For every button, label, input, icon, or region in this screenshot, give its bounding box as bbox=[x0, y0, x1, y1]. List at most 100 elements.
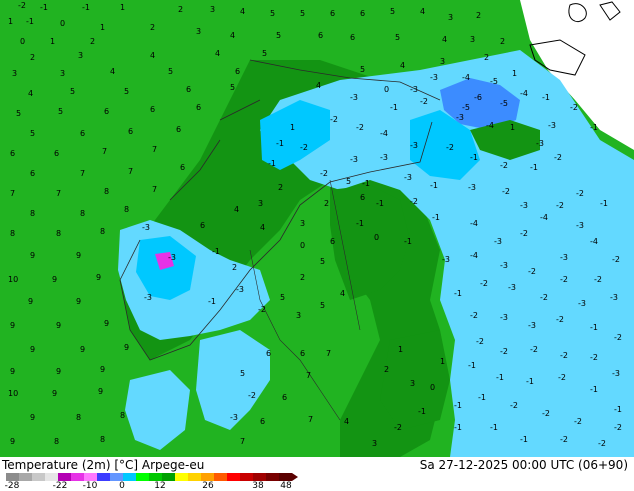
temperature-value-label: 6 bbox=[300, 349, 305, 358]
temperature-value-label: -1 bbox=[590, 323, 598, 332]
temperature-value-label: 2 bbox=[500, 37, 505, 46]
temperature-value-label: -4 bbox=[486, 121, 494, 130]
temperature-value-label: 2 bbox=[232, 263, 237, 272]
temperature-value-label: -1 bbox=[454, 423, 462, 432]
temperature-value-label: 6 bbox=[54, 149, 59, 158]
temperature-value-label: -2 bbox=[560, 435, 568, 444]
color-scale-segment bbox=[253, 473, 266, 481]
temperature-map[interactable]: -2 -1 -1 1 2 3 4 5 5 6 6 5 4 3 2 1 -1 0 1 2 3 4 5 6 6 5 4 3 2 0 1 2 2 3 4 4… bbox=[0, 0, 634, 457]
temperature-value-label: 3 bbox=[448, 13, 453, 22]
temperature-value-label: 6 bbox=[150, 105, 155, 114]
temperature-value-label: -3 bbox=[168, 253, 176, 262]
temperature-value-label: -3 bbox=[404, 173, 412, 182]
temperature-value-label: 1 bbox=[510, 123, 515, 132]
temperature-value-label: 3 bbox=[372, 439, 377, 448]
temperature-value-label: -2 bbox=[476, 337, 484, 346]
temperature-value-label: -1 bbox=[542, 93, 550, 102]
temperature-value-label: -1 bbox=[82, 3, 90, 12]
temperature-value-label: -2 bbox=[614, 423, 622, 432]
temperature-value-label: 4 bbox=[230, 31, 235, 40]
temperature-value-label: 5 bbox=[262, 49, 267, 58]
temperature-value-label: -1 bbox=[614, 405, 622, 414]
temperature-value-label: -3 bbox=[610, 293, 618, 302]
temperature-value-label: -2 bbox=[576, 189, 584, 198]
temperature-value-label: -1 bbox=[478, 393, 486, 402]
temperature-value-label: -1 bbox=[376, 199, 384, 208]
temperature-value-label: 9 bbox=[30, 413, 35, 422]
temperature-value-label: -2 bbox=[258, 305, 266, 314]
color-scale-segment bbox=[227, 473, 240, 481]
temperature-value-label: 0 bbox=[20, 37, 25, 46]
temperature-value-label: -1 bbox=[356, 219, 364, 228]
color-scale-segment bbox=[279, 473, 292, 481]
temperature-value-label: -2 bbox=[500, 347, 508, 356]
temperature-value-label: -2 bbox=[420, 97, 428, 106]
temperature-value-label: 2 bbox=[30, 53, 35, 62]
temperature-value-label: -1 bbox=[526, 377, 534, 386]
temperature-value-label: 9 bbox=[10, 437, 15, 446]
temperature-value-label: -3 bbox=[144, 293, 152, 302]
color-scale-segment bbox=[19, 473, 32, 481]
color-scale-segment bbox=[214, 473, 227, 481]
temperature-value-label: -4 bbox=[470, 251, 478, 260]
temperature-value-label: 2 bbox=[324, 199, 329, 208]
temperature-value-label: 6 bbox=[200, 221, 205, 230]
temperature-value-label: -4 bbox=[520, 89, 528, 98]
temperature-value-label: 0 bbox=[374, 233, 379, 242]
color-scale-segment bbox=[123, 473, 136, 481]
temperature-value-label: 6 bbox=[186, 85, 191, 94]
color-scale-arrow bbox=[292, 473, 298, 481]
temperature-value-label: -2 bbox=[18, 1, 26, 10]
forecast-datetime: Sa 27-12-2025 00:00 UTC (06+90) bbox=[419, 458, 628, 472]
temperature-value-label: 9 bbox=[98, 387, 103, 396]
color-scale-segment bbox=[266, 473, 279, 481]
temperature-value-label: -1 bbox=[362, 179, 370, 188]
temperature-value-label: -3 bbox=[528, 321, 536, 330]
temperature-value-label: 8 bbox=[10, 229, 15, 238]
temperature-value-label: -2 bbox=[570, 103, 578, 112]
temperature-value-label: 9 bbox=[56, 367, 61, 376]
temperature-value-label: -1 bbox=[404, 237, 412, 246]
temperature-value-label: -4 bbox=[540, 213, 548, 222]
temperature-value-label: 8 bbox=[100, 227, 105, 236]
map-footer: Temperature (2m) [°C] Arpege-eu Sa 27-12… bbox=[0, 457, 634, 491]
temperature-value-label: -2 bbox=[300, 143, 308, 152]
temperature-value-label: 5 bbox=[16, 109, 21, 118]
temperature-value-label: 4 bbox=[215, 49, 220, 58]
temperature-value-label: -2 bbox=[248, 391, 256, 400]
temperature-value-label: 9 bbox=[104, 319, 109, 328]
temperature-value-label: -3 bbox=[520, 201, 528, 210]
temperature-value-label: -3 bbox=[350, 155, 358, 164]
temperature-value-label: 6 bbox=[330, 237, 335, 246]
temperature-value-label: 9 bbox=[100, 365, 105, 374]
temperature-value-label: 0 bbox=[300, 241, 305, 250]
temperature-value-label: -3 bbox=[536, 139, 544, 148]
temperature-value-label: -3 bbox=[578, 299, 586, 308]
color-scale-segment bbox=[149, 473, 162, 481]
temperature-value-label: -4 bbox=[462, 73, 470, 82]
temperature-value-label: 9 bbox=[28, 297, 33, 306]
temperature-value-label: 8 bbox=[124, 205, 129, 214]
temperature-value-label: 9 bbox=[52, 389, 57, 398]
temperature-value-label: -3 bbox=[410, 85, 418, 94]
temperature-value-label: -2 bbox=[558, 373, 566, 382]
temperature-value-label: 4 bbox=[110, 67, 115, 76]
map-title: Temperature (2m) [°C] Arpege-eu bbox=[2, 458, 205, 472]
temperature-value-label: -1 bbox=[590, 123, 598, 132]
temperature-value-label: -2 bbox=[410, 197, 418, 206]
temperature-value-label: -1 bbox=[496, 373, 504, 382]
temperature-value-label: -2 bbox=[598, 439, 606, 448]
temperature-value-label: 2 bbox=[90, 37, 95, 46]
temperature-value-label: -1 bbox=[490, 423, 498, 432]
temperature-value-label: 5 bbox=[320, 301, 325, 310]
temperature-value-label: 5 bbox=[30, 129, 35, 138]
temperature-value-label: -2 bbox=[594, 275, 602, 284]
temperature-value-label: -2 bbox=[470, 311, 478, 320]
temperature-value-label: 8 bbox=[30, 209, 35, 218]
temperature-value-label: 5 bbox=[390, 7, 395, 16]
temperature-value-label: 9 bbox=[80, 345, 85, 354]
temperature-value-label: 7 bbox=[128, 167, 133, 176]
color-scale-segment bbox=[71, 473, 84, 481]
temperature-value-label: 5 bbox=[360, 65, 365, 74]
temperature-value-label: 3 bbox=[470, 35, 475, 44]
